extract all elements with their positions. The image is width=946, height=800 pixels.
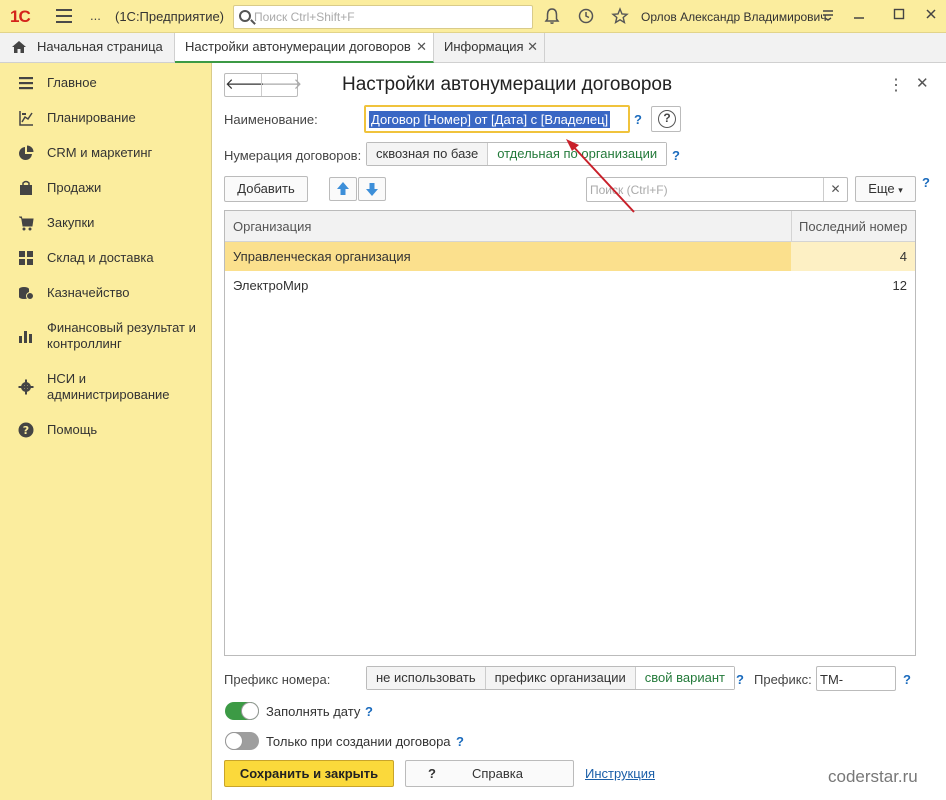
annotation-arrow [566,139,635,213]
